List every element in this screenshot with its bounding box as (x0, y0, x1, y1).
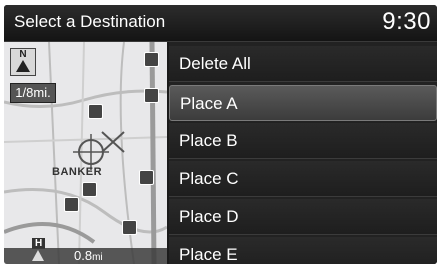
poi-icon (88, 104, 103, 119)
distance-readout: 0.8mi (74, 248, 103, 264)
compass-icon[interactable]: N (10, 48, 36, 76)
title-bar: Select a Destination 9:30 (4, 5, 437, 42)
delete-all-button[interactable]: Delete All (169, 46, 437, 82)
map-place-label: BANKER (52, 166, 103, 178)
list-item-place-c[interactable]: Place C (169, 161, 437, 197)
screen-frame: Select a Destination 9:30 N 1/8mi. BANKE… (0, 0, 441, 268)
poi-icon (144, 52, 159, 67)
vehicle-position-icon (32, 250, 44, 261)
poi-icon (82, 182, 97, 197)
list-item-place-d[interactable]: Place D (169, 199, 437, 235)
navigation-screen: Select a Destination 9:30 N 1/8mi. BANKE… (4, 5, 437, 264)
map-view[interactable]: N 1/8mi. BANKER H 0.8mi (4, 42, 167, 264)
list-item-place-e[interactable]: Place E (169, 237, 437, 264)
distance-unit: mi (92, 252, 103, 263)
page-title: Select a Destination (14, 12, 166, 31)
poi-icon (64, 197, 79, 212)
destination-list: Delete All Place A Place B Place C Place… (169, 42, 437, 264)
poi-icon (144, 88, 159, 103)
north-arrow-icon (16, 60, 30, 72)
poi-icon (139, 170, 154, 185)
compass-label: N (19, 49, 27, 60)
distance-value: 0.8 (74, 248, 93, 263)
map-scale-button[interactable]: 1/8mi. (10, 83, 56, 103)
poi-icon (122, 220, 137, 235)
clock: 9:30 (382, 8, 431, 35)
list-item-place-b[interactable]: Place B (169, 123, 437, 159)
list-item-place-a[interactable]: Place A (169, 85, 437, 121)
